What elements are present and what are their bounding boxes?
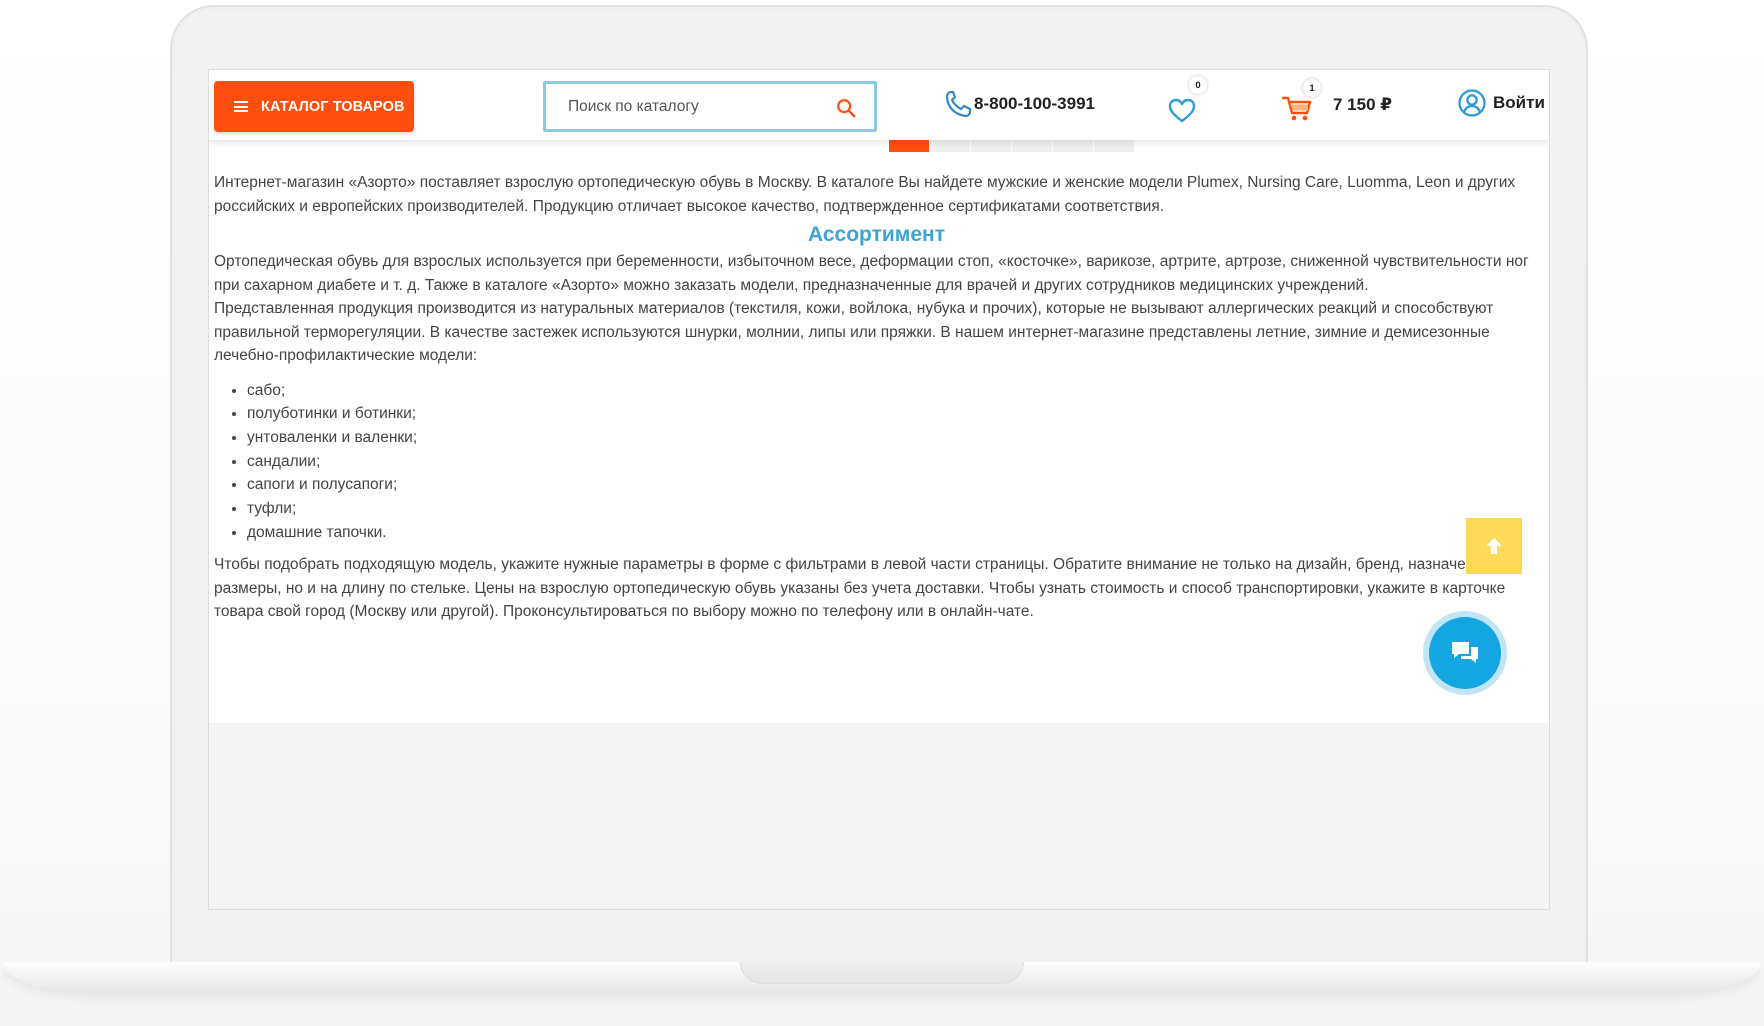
user-icon — [1458, 89, 1486, 117]
slider-dot[interactable] — [889, 140, 929, 152]
scroll-to-top-button[interactable] — [1466, 518, 1522, 574]
list-item: унтоваленки и валенки; — [247, 426, 1539, 450]
browser-screen: КАТАЛОГ ТОВАРОВ 8-800-100-3991 0 — [208, 69, 1550, 910]
arrow-up-icon — [1486, 538, 1502, 554]
materials-paragraph: Представленная продукция производится из… — [214, 300, 1494, 364]
login-button[interactable]: Войти — [1457, 88, 1545, 118]
site-header: КАТАЛОГ ТОВАРОВ 8-800-100-3991 0 — [209, 70, 1549, 140]
list-item: полуботинки и ботинки; — [247, 402, 1539, 426]
wishlist-count-badge: 0 — [1189, 76, 1207, 94]
cart-icon — [1281, 96, 1312, 121]
slider-dot[interactable] — [971, 140, 1011, 152]
phone-number: 8-800-100-3991 — [974, 94, 1095, 113]
seo-text-block: Интернет-магазин «Азорто» поставляет взр… — [214, 171, 1539, 624]
list-item: сапоги и полусапоги; — [247, 473, 1539, 497]
online-chat-button[interactable] — [1429, 617, 1501, 689]
model-type-list: сабо; полуботинки и ботинки; унтоваленки… — [214, 379, 1539, 545]
chat-icon — [1452, 642, 1478, 663]
phone-icon — [945, 90, 972, 118]
slider-dot[interactable] — [1053, 140, 1093, 152]
selection-paragraph: Чтобы подобрать подходящую модель, укажи… — [214, 556, 1506, 621]
list-item: туфли; — [247, 497, 1539, 521]
heart-icon — [1168, 98, 1196, 123]
catalog-button-label: КАТАЛОГ ТОВАРОВ — [261, 98, 405, 115]
cart-icon-wrap: 1 — [1281, 79, 1321, 124]
intro-paragraph: Интернет-магазин «Азорто» поставляет взр… — [214, 174, 1516, 215]
phone-link[interactable]: 8-800-100-3991 — [944, 89, 1095, 119]
description-paragraph: Ортопедическая обувь для взрослых исполь… — [214, 253, 1529, 294]
cart-button[interactable]: 1 7 150 ₽ — [1281, 79, 1393, 124]
catalog-button[interactable]: КАТАЛОГ ТОВАРОВ — [214, 81, 414, 132]
cart-count-badge: 1 — [1303, 79, 1321, 97]
wishlist-button[interactable]: 0 — [1167, 76, 1209, 124]
search-icon[interactable] — [835, 97, 857, 119]
search-box — [543, 81, 877, 132]
login-label: Войти — [1493, 93, 1545, 112]
list-item: сабо; — [247, 379, 1539, 403]
laptop-notch — [740, 962, 1024, 984]
slider-pagination — [889, 140, 1135, 152]
list-item: сандалии; — [247, 450, 1539, 474]
section-heading: Ассортимент — [807, 223, 945, 246]
cart-total: 7 150 ₽ — [1333, 95, 1393, 114]
slider-dot[interactable] — [930, 140, 970, 152]
list-item: домашние тапочки. — [247, 521, 1539, 545]
slider-dot[interactable] — [1094, 140, 1134, 152]
slider-dot[interactable] — [1012, 140, 1052, 152]
search-input[interactable] — [568, 96, 808, 118]
burger-icon — [234, 101, 248, 112]
